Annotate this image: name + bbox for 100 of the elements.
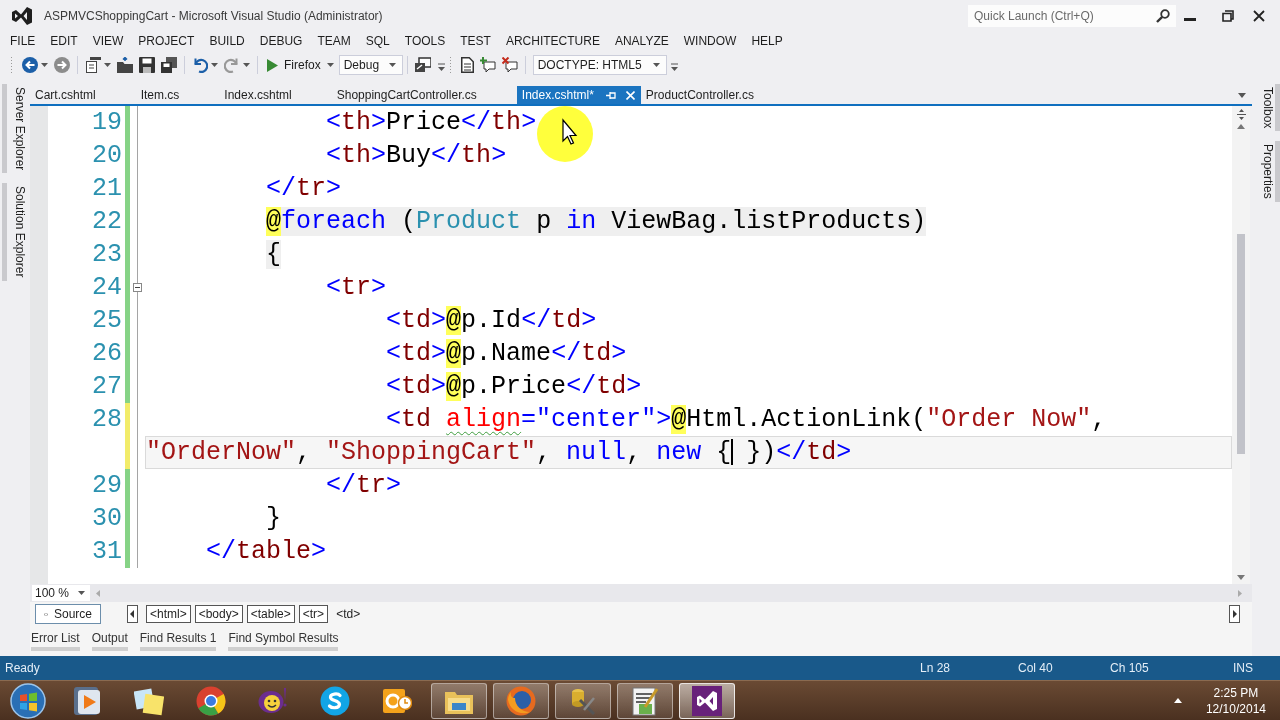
element-crumb[interactable]: <td>: [332, 605, 365, 623]
menu-item[interactable]: ARCHITECTURE: [505, 34, 600, 48]
new-project-icon[interactable]: [85, 57, 101, 73]
minimize-icon[interactable]: [1184, 17, 1196, 21]
menu-item[interactable]: HELP: [751, 34, 783, 48]
overflow-icon[interactable]: [437, 63, 445, 71]
code-line: <th>Price</th>: [325, 107, 538, 139]
forward-icon[interactable]: [54, 57, 70, 73]
line-indicator: Ln 28: [920, 661, 952, 675]
menu-item[interactable]: SQL: [365, 34, 390, 48]
open-folder-icon[interactable]: [117, 57, 133, 73]
menu-item[interactable]: EDIT: [50, 34, 78, 48]
side-panel-tab[interactable]: Toolbox: [1256, 84, 1280, 132]
splitter-icon[interactable]: [1236, 109, 1246, 120]
menu-item[interactable]: FILE: [10, 34, 36, 48]
code-icon: [44, 610, 48, 618]
play-tile-icon[interactable]: [72, 685, 102, 716]
code-line: <th>Buy</th>: [325, 140, 508, 172]
document-icon[interactable]: [460, 57, 474, 73]
document-tab[interactable]: Index.cshtml*: [516, 86, 641, 104]
line-number: 21: [92, 174, 122, 203]
document-tab[interactable]: Item.cs: [135, 86, 220, 104]
tool-window-tab[interactable]: Error List: [31, 631, 80, 651]
scroll-down-icon[interactable]: [1237, 575, 1245, 580]
caret-icon[interactable]: [211, 63, 218, 67]
menu-item[interactable]: ANALYZE: [614, 34, 669, 48]
caret-icon[interactable]: [104, 63, 111, 67]
restore-icon[interactable]: [1222, 10, 1234, 22]
line-number: 31: [92, 537, 122, 566]
document-tab[interactable]: ShoppingCartController.cs: [331, 86, 517, 104]
doctype-select[interactable]: DOCTYPE: HTML5: [532, 55, 667, 75]
menu-item[interactable]: DEBUG: [259, 34, 303, 48]
source-view-button[interactable]: Source: [35, 604, 101, 624]
line-number: 28: [92, 405, 122, 434]
taskbar-button[interactable]: [617, 682, 673, 719]
line-number: 25: [92, 306, 122, 335]
code-line: </tr>: [325, 470, 403, 502]
menu-item[interactable]: TOOLS: [404, 34, 446, 48]
character-indicator: Ch 105: [1110, 661, 1150, 675]
caret-icon: [78, 591, 85, 595]
menu-item[interactable]: TEAM: [317, 34, 351, 48]
notepad-icon[interactable]: [630, 685, 660, 716]
scrollbar-thumb[interactable]: [1237, 234, 1245, 454]
taskbar-button[interactable]: [431, 682, 487, 719]
caret-icon[interactable]: [41, 63, 48, 67]
overflow-icon[interactable]: [670, 63, 678, 71]
toolbar-grip[interactable]: [10, 56, 14, 74]
app-logo-icon[interactable]: [692, 685, 722, 716]
start-icon[interactable]: [10, 682, 46, 719]
zoom-select[interactable]: 100 %: [32, 585, 90, 601]
collapse-icon[interactable]: [133, 283, 142, 292]
line-number: 24: [92, 273, 122, 302]
tool-window-tab[interactable]: Output: [91, 631, 128, 651]
window-title: ASPMVCShoppingCart - Microsoft Visual Studio (Administrator): [44, 9, 383, 23]
element-crumb[interactable]: <table>: [246, 605, 295, 623]
smiley-icon[interactable]: [258, 685, 288, 716]
taskbar-button[interactable]: [555, 682, 611, 719]
chat-icon[interactable]: [320, 685, 350, 716]
quick-launch-field[interactable]: Quick Launch (Ctrl+Q): [968, 5, 1176, 27]
code-line: <tr>: [325, 272, 388, 304]
browser-icon[interactable]: [196, 685, 226, 716]
save-icon[interactable]: [139, 57, 155, 73]
line-number: 30: [92, 504, 122, 533]
element-crumb[interactable]: <html>: [146, 605, 191, 623]
menu-item[interactable]: WINDOW: [683, 34, 737, 48]
caret-icon[interactable]: [1238, 92, 1246, 98]
remove-comment-icon[interactable]: [501, 57, 518, 73]
tool-window-tab[interactable]: Find Symbol Results: [228, 631, 339, 651]
save-all-icon[interactable]: [161, 57, 177, 73]
side-panel-tab[interactable]: Properties: [1256, 141, 1280, 203]
clock-time[interactable]: 2:25 PM: [1213, 684, 1259, 701]
menu-item[interactable]: VIEW: [92, 34, 124, 48]
pin-icon[interactable]: [605, 90, 616, 100]
document-tab[interactable]: Cart.cshtml: [30, 86, 136, 104]
start-debugging-button[interactable]: Firefox: [264, 56, 337, 74]
document-tab[interactable]: ProductController.cs: [640, 86, 794, 104]
caret-icon[interactable]: [243, 63, 250, 67]
search-icon[interactable]: [1156, 9, 1170, 23]
close-icon[interactable]: [1253, 10, 1265, 22]
configuration-select[interactable]: Debug: [338, 55, 403, 75]
line-number: 26: [92, 339, 122, 368]
line-number: 22: [92, 207, 122, 236]
element-crumb[interactable]: <body>: [194, 605, 243, 623]
menu-item[interactable]: PROJECT: [138, 34, 195, 48]
element-crumb[interactable]: <tr>: [298, 605, 329, 623]
scroll-up-icon[interactable]: [1237, 124, 1245, 129]
clock-date[interactable]: 12/10/2014: [1205, 700, 1266, 717]
add-comment-icon[interactable]: [479, 57, 496, 73]
vertical-scrollbar[interactable]: [1232, 106, 1250, 584]
undo-icon[interactable]: [192, 57, 208, 73]
menu-item[interactable]: TEST: [460, 34, 491, 48]
tool-window-tab[interactable]: Find Results 1: [139, 631, 217, 651]
up-arrow-icon[interactable]: [1173, 698, 1182, 703]
taskbar-button[interactable]: [679, 682, 735, 719]
caret-icon: [388, 63, 396, 67]
menu-item[interactable]: BUILD: [209, 34, 245, 48]
document-tab[interactable]: Index.cshtml: [219, 86, 332, 104]
back-icon[interactable]: [22, 57, 38, 73]
caret-icon: [326, 63, 334, 67]
window-arrow-icon[interactable]: [414, 57, 431, 73]
